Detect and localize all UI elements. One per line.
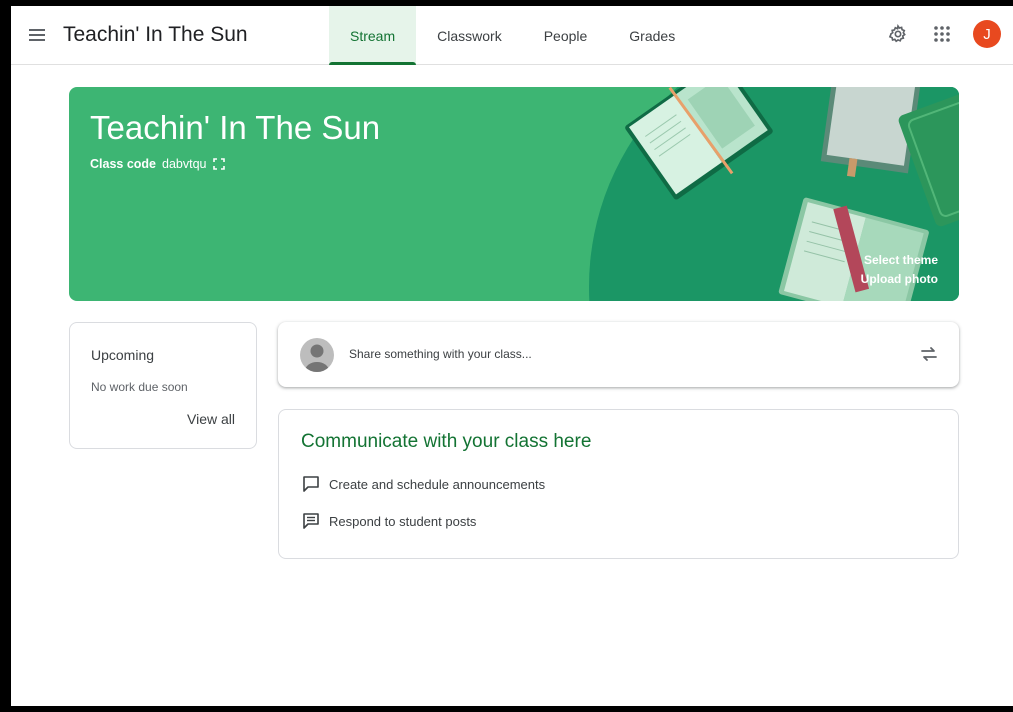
top-app-bar: Teachin' In The Sun Stream Classwork Peo… — [11, 6, 1013, 65]
user-avatar — [300, 338, 334, 372]
upcoming-status: No work due soon — [91, 380, 188, 394]
respond-posts-item: Respond to student posts — [301, 511, 476, 531]
repost-icon — [921, 347, 937, 361]
announcement-icon — [303, 476, 319, 492]
communicate-title: Communicate with your class here — [301, 431, 592, 452]
class-banner: Teachin' In The Sun Class code dabvtqu S… — [69, 87, 959, 301]
fullscreen-icon[interactable] — [212, 158, 225, 170]
respond-posts-label: Respond to student posts — [329, 513, 477, 529]
tab-people[interactable]: People — [523, 6, 609, 65]
gear-icon — [888, 24, 906, 43]
student-post-icon — [303, 513, 319, 529]
share-announcement-box[interactable]: Share something with your class... — [278, 322, 959, 387]
share-placeholder: Share something with your class... — [349, 347, 532, 361]
google-apps-button[interactable] — [929, 21, 955, 47]
window-border-bottom — [0, 706, 1013, 712]
class-code-label: Class code — [90, 157, 157, 171]
class-settings-button[interactable] — [885, 21, 911, 47]
tab-stream[interactable]: Stream — [329, 6, 417, 65]
upload-photo-link[interactable]: Upload photo — [861, 272, 938, 286]
hamburger-icon — [29, 29, 45, 31]
create-announcements-label: Create and schedule announcements — [329, 476, 546, 492]
create-announcements-item: Create and schedule announcements — [301, 474, 545, 494]
select-theme-link[interactable]: Select theme — [864, 253, 938, 267]
app-window: Teachin' In The Sun Stream Classwork Peo… — [0, 0, 1013, 712]
tab-grades[interactable]: Grades — [608, 6, 696, 65]
class-code: Class code dabvtqu — [90, 157, 225, 171]
upcoming-title: Upcoming — [91, 347, 155, 363]
view-all-button[interactable]: View all — [187, 411, 235, 427]
header-actions: J — [885, 20, 1001, 48]
tab-classwork[interactable]: Classwork — [416, 6, 523, 65]
class-tabs: Stream Classwork People Grades — [329, 6, 696, 65]
account-avatar[interactable]: J — [973, 20, 1001, 48]
books-illustration — [589, 87, 959, 301]
person-icon — [305, 344, 329, 372]
communicate-card: Communicate with your class here Create … — [278, 409, 959, 559]
window-border-left — [0, 0, 11, 712]
class-code-value: dabvtqu — [162, 157, 207, 171]
class-title[interactable]: Teachin' In The Sun — [63, 23, 248, 47]
banner-class-title: Teachin' In The Sun — [90, 109, 381, 146]
reuse-post-button[interactable] — [917, 342, 941, 366]
upcoming-card: Upcoming No work due soon View all — [69, 322, 257, 449]
main-menu-button[interactable] — [25, 23, 49, 47]
apps-grid-icon — [934, 26, 950, 42]
